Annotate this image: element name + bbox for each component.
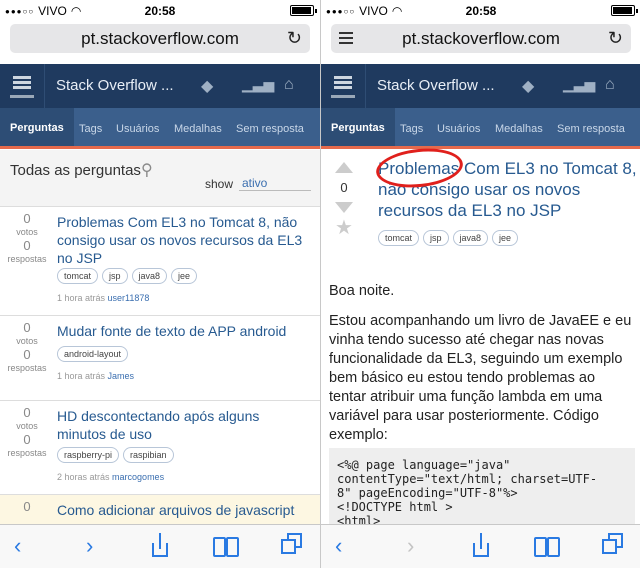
tag-list: raspberry-pi raspibian [57,447,174,463]
user-link[interactable]: James [108,371,135,381]
status-bar: ●●●○○ VIVO ◠ 20:58 [321,0,640,20]
tab-perguntas[interactable]: Perguntas [321,108,395,146]
tab-tags[interactable]: Tags [400,123,423,135]
site-title[interactable]: Stack Overflow ... [377,77,495,94]
bookmarks-icon[interactable] [213,537,241,557]
question-title[interactable]: Como adicionar arquivos de javascript [57,501,312,519]
tag[interactable]: raspibian [123,447,174,463]
tab-medalhas[interactable]: Medalhas [174,123,222,135]
code-block: <%@ page language="java" contentType="te… [329,448,635,528]
vote-down-icon[interactable] [335,202,353,213]
body-paragraph: Boa noite. [329,283,395,299]
clock: 20:58 [144,4,176,18]
browser-toolbar: ‹ › [321,524,640,568]
stackoverflow-logo-icon[interactable] [331,74,355,98]
tabs-icon[interactable] [602,533,626,557]
filter-title: Todas as perguntas [10,162,141,179]
user-link[interactable]: user11878 [108,293,150,303]
clock: 20:58 [465,4,497,18]
tab-perguntas[interactable]: Perguntas [0,108,74,146]
tab-bar: Perguntas Tags Usuários Medalhas Sem res… [0,108,320,149]
tag-list: tomcat jsp java8 jee [57,268,198,284]
show-label: show [205,177,234,191]
tab-sem-resposta[interactable]: Sem resposta [557,123,625,135]
status-bar: ●●●○○ VIVO ◠ 20:58 [0,0,320,20]
question-stats: 0 [23,499,31,514]
tag-list: android-layout [57,346,129,362]
tag[interactable]: tomcat [378,230,420,246]
inbox-icon[interactable]: ⌂ [284,76,294,94]
tag[interactable]: tomcat [57,268,99,284]
user-link[interactable]: marcogomes [112,472,164,482]
tag-list: tomcat jsp java8 jee [378,230,519,246]
site-title[interactable]: Stack Overflow ... [56,77,174,94]
show-select[interactable]: ativo [239,176,311,191]
tab-usuarios[interactable]: Usuários [437,123,480,135]
tab-usuarios[interactable]: Usuários [116,123,159,135]
tag[interactable]: java8 [452,230,489,246]
site-header: Stack Overflow ... ◆ ▁▃▅ ⌂ [0,64,320,108]
tab-medalhas[interactable]: Medalhas [495,123,543,135]
question-meta: 2 horas atrás marcogomes [57,472,165,482]
address-bar[interactable]: pt.stackoverflow.com ↻ [10,24,310,53]
tag[interactable]: jee [171,268,198,284]
achievements-diamond-icon[interactable]: ◆ [522,76,534,96]
tabs-icon[interactable] [281,533,305,557]
question-title[interactable]: Problemas Com EL3 no Tomcat 8, não consi… [57,213,312,267]
bookmarks-icon[interactable] [534,537,562,557]
achievements-diamond-icon[interactable]: ◆ [201,76,213,96]
question-item[interactable]: 0 votos 0 respostas Problemas Com EL3 no T… [0,207,320,316]
browser-toolbar: ‹ › [0,524,320,568]
search-icon[interactable]: ⚲ [141,160,153,180]
question-stats: 0 votos 0 respostas [7,211,47,264]
stackoverflow-logo-icon[interactable] [10,74,34,98]
reputation-chart-icon[interactable]: ▁▃▅ [563,76,595,93]
tab-tags[interactable]: Tags [79,123,102,135]
question-title[interactable]: Mudar fonte de texto de APP android [57,322,312,340]
url-text: pt.stackoverflow.com [402,29,560,48]
address-bar[interactable]: pt.stackoverflow.com ↻ [331,24,631,53]
favorite-star-icon[interactable]: ★ [329,215,359,240]
vote-count: 0 [340,180,348,195]
body-paragraph: Estou acompanhando um livro de JavaEE e … [329,313,632,443]
url-text: pt.stackoverflow.com [81,29,239,48]
back-icon[interactable]: ‹ [14,532,21,560]
browser-pane-list: ●●●○○ VIVO ◠ 20:58 pt.stackoverflow.com ↻ … [0,0,320,568]
question-title[interactable]: HD descontectando após alguns minutos de… [57,407,312,443]
tag[interactable]: jsp [102,268,128,284]
reload-icon[interactable]: ↻ [608,24,623,53]
question-item[interactable]: 0 votos 0 respostas Mudar fonte de texto d… [0,316,320,401]
site-header: Stack Overflow ... ◆ ▁▃▅ ⌂ [321,64,640,108]
battery-icon [611,5,638,16]
inbox-icon[interactable]: ⌂ [605,76,615,94]
vote-up-icon[interactable] [335,162,353,173]
reputation-chart-icon[interactable]: ▁▃▅ [242,76,274,93]
tag[interactable]: raspberry-pi [57,447,120,463]
forward-icon[interactable]: › [407,532,414,560]
question-stats: 0 votos 0 respostas [7,405,47,458]
question-item[interactable]: 0 votos 0 respostas HD descontectando após… [0,401,320,495]
vote-controls: 0 ★ [329,162,359,240]
tag[interactable]: jsp [423,230,449,246]
back-icon[interactable]: ‹ [335,532,342,560]
share-icon[interactable] [471,531,491,561]
browser-pane-detail: ●●●○○ VIVO ◠ 20:58 pt.stackoverflow.com ↻ … [320,0,640,568]
tag[interactable]: jee [492,230,519,246]
battery-icon [290,5,317,16]
reader-view-icon[interactable] [339,32,353,47]
share-icon[interactable] [150,531,170,561]
tag[interactable]: android-layout [57,346,129,362]
question-filter: Todas as perguntas ⚲ show ativo [0,150,320,207]
question-meta: 1 hora atrás James [57,371,135,381]
tag[interactable]: java8 [131,268,168,284]
question-body: Boa noite. Estou acompanhando um livro d… [329,282,635,456]
reload-icon[interactable]: ↻ [287,24,302,53]
question-meta: 1 hora atrás user11878 [57,293,150,303]
tab-bar: Perguntas Tags Usuários Medalhas Sem res… [321,108,640,149]
question-stats: 0 votos 0 respostas [7,320,47,373]
forward-icon[interactable]: › [86,532,93,560]
tab-sem-resposta[interactable]: Sem resposta [236,123,304,135]
